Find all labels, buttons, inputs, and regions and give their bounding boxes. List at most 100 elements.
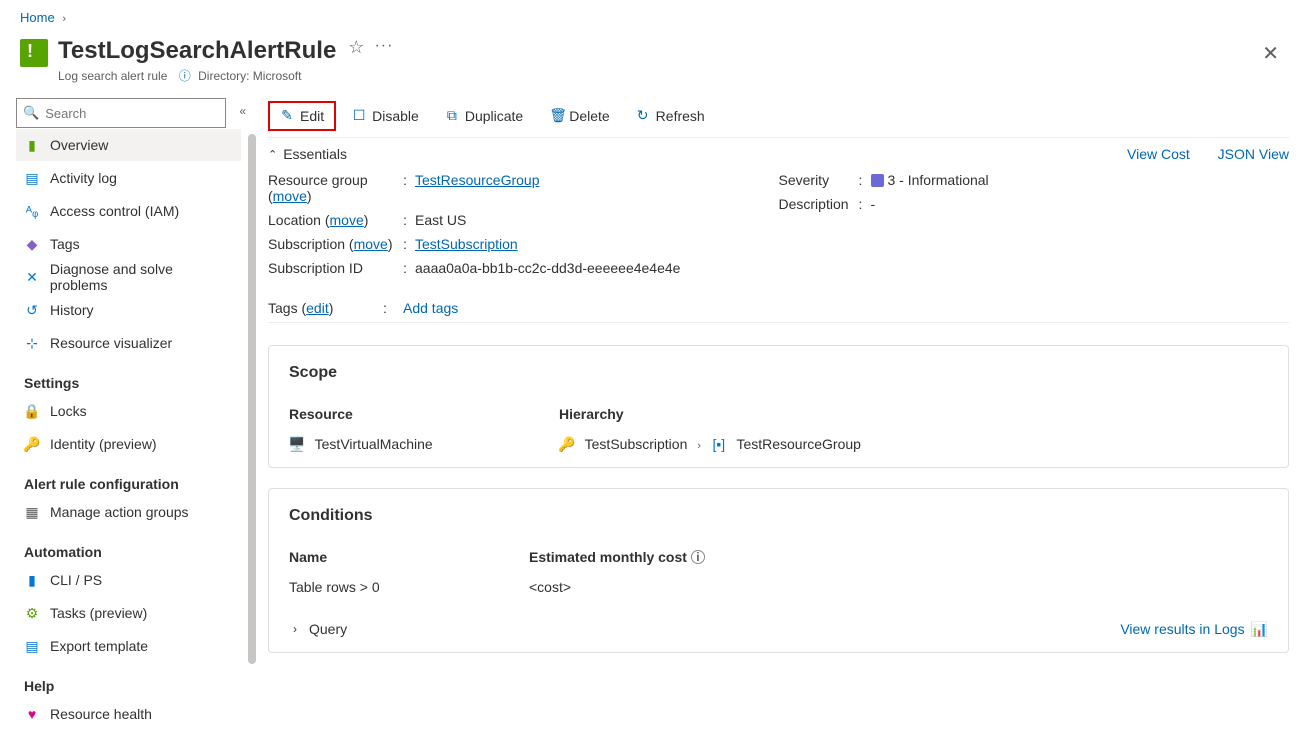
nav-label: History bbox=[50, 302, 94, 318]
rg-value-link[interactable]: TestResourceGroup bbox=[415, 172, 540, 188]
nav-label: Diagnose and solve problems bbox=[50, 261, 233, 293]
breadcrumb: Home › bbox=[0, 0, 1307, 29]
identity-icon: 🔑 bbox=[24, 436, 40, 452]
conditions-title: Conditions bbox=[289, 507, 1268, 525]
loc-value: East US bbox=[415, 212, 466, 228]
resource-group-icon: [▪] bbox=[711, 436, 727, 452]
cond-query-row[interactable]: › Query View results in Logs 📊 bbox=[289, 609, 1268, 638]
nav-resource-visualizer[interactable]: ⊹ Resource visualizer bbox=[16, 327, 241, 359]
chevron-right-icon: › bbox=[62, 13, 66, 25]
essentials-label: Essentials bbox=[283, 146, 347, 162]
nav-history[interactable]: ↺ History bbox=[16, 294, 241, 326]
essentials-header[interactable]: ⌃ Essentials View Cost JSON View bbox=[268, 146, 1289, 162]
tags-edit-link[interactable]: edit bbox=[306, 300, 329, 316]
nav-tasks[interactable]: ⚙ Tasks (preview) bbox=[16, 597, 241, 629]
cond-row: Table rows > 0 <cost> bbox=[289, 579, 1268, 595]
nav-section-automation: Automation bbox=[24, 544, 250, 560]
close-button[interactable]: ✕ bbox=[1254, 37, 1287, 70]
rg-label: Resource group bbox=[268, 172, 368, 188]
sub-value-link[interactable]: TestSubscription bbox=[415, 236, 518, 252]
more-menu-icon[interactable]: ··· bbox=[374, 37, 393, 55]
nav-label: Identity (preview) bbox=[50, 436, 157, 452]
duplicate-button[interactable]: ⧉ Duplicate bbox=[435, 101, 533, 131]
main-content: ✎ Edit ☐ Disable ⧉ Duplicate 🗑 Delete ↻ … bbox=[250, 94, 1307, 750]
disable-button[interactable]: ☐ Disable bbox=[342, 101, 429, 131]
sidebar-scrollbar[interactable] bbox=[248, 134, 256, 664]
loc-move-link[interactable]: move bbox=[330, 212, 364, 228]
tasks-icon: ⚙ bbox=[24, 605, 40, 621]
lock-icon: 🔒 bbox=[24, 403, 40, 419]
nav-label: Resource health bbox=[50, 706, 152, 722]
cond-name: Table rows > 0 bbox=[289, 579, 529, 595]
desc-label: Description bbox=[779, 196, 859, 212]
duplicate-icon: ⧉ bbox=[445, 107, 459, 124]
access-control-icon: ᴬᵩ bbox=[24, 203, 40, 219]
nav-activity-log[interactable]: ▤ Activity log bbox=[16, 162, 241, 194]
nav-section-help: Help bbox=[24, 678, 250, 694]
nav-tags[interactable]: ◆ Tags bbox=[16, 228, 241, 260]
query-label: Query bbox=[309, 621, 347, 637]
nav-label: Locks bbox=[50, 403, 87, 419]
vm-icon: 🖥️ bbox=[289, 437, 305, 453]
collapse-sidebar-icon[interactable]: « bbox=[239, 104, 246, 118]
resource-health-icon: ♥ bbox=[24, 706, 40, 722]
nav-label: Manage action groups bbox=[50, 504, 189, 520]
scope-hierarchy-sub: TestSubscription bbox=[585, 436, 688, 452]
alert-rule-icon bbox=[20, 39, 48, 67]
info-icon[interactable]: i bbox=[691, 550, 705, 564]
nav-export-template[interactable]: ▤ Export template bbox=[16, 630, 241, 662]
favorite-star-icon[interactable]: ☆ bbox=[348, 37, 364, 58]
nav-section-settings: Settings bbox=[24, 375, 250, 391]
action-groups-icon: ▦ bbox=[24, 504, 40, 520]
scope-card: Scope Resource Hierarchy 🖥️ TestVirtualM… bbox=[268, 345, 1289, 468]
severity-badge-icon bbox=[871, 174, 884, 187]
scope-row: 🖥️ TestVirtualMachine 🔑 TestSubscription… bbox=[289, 436, 1268, 453]
sidebar: « 🔍 ▮ Overview ▤ Activity log ᴬᵩ Access … bbox=[0, 94, 250, 750]
chevron-up-icon: ⌃ bbox=[268, 148, 277, 161]
sidebar-search[interactable]: 🔍 bbox=[16, 98, 226, 128]
sub-move-link[interactable]: move bbox=[354, 236, 388, 252]
sev-value: 3 - Informational bbox=[871, 172, 989, 188]
subid-label: Subscription ID bbox=[268, 260, 403, 276]
nav-cli-ps[interactable]: ▮ CLI / PS bbox=[16, 564, 241, 596]
json-view-link[interactable]: JSON View bbox=[1218, 146, 1289, 162]
conditions-card: Conditions Name Estimated monthly cost i… bbox=[268, 488, 1289, 653]
add-tags-link[interactable]: Add tags bbox=[403, 300, 458, 316]
nav-locks[interactable]: 🔒 Locks bbox=[16, 395, 241, 427]
edit-icon: ✎ bbox=[280, 107, 294, 124]
page-header: TestLogSearchAlertRule Log search alert … bbox=[0, 29, 1307, 94]
nav-label: Tasks (preview) bbox=[50, 605, 147, 621]
essentials-grid: Resource group (move) : TestResourceGrou… bbox=[268, 172, 1289, 284]
nav-label: Access control (IAM) bbox=[50, 203, 179, 219]
desc-value: - bbox=[871, 196, 876, 212]
page-title: TestLogSearchAlertRule bbox=[58, 37, 336, 65]
delete-button[interactable]: 🗑 Delete bbox=[539, 101, 619, 131]
nav-resource-health[interactable]: ♥ Resource health bbox=[16, 698, 241, 730]
refresh-button[interactable]: ↻ Refresh bbox=[626, 101, 715, 131]
breadcrumb-home[interactable]: Home bbox=[20, 10, 55, 25]
sev-label: Severity bbox=[779, 172, 859, 188]
nav-label: CLI / PS bbox=[50, 572, 102, 588]
view-logs-link[interactable]: View results in Logs bbox=[1120, 621, 1244, 637]
scope-hierarchy-rg: TestResourceGroup bbox=[736, 436, 861, 452]
key-icon: 🔑 bbox=[559, 437, 575, 453]
visualizer-icon: ⊹ bbox=[24, 335, 40, 351]
nav-access-control[interactable]: ᴬᵩ Access control (IAM) bbox=[16, 195, 241, 227]
nav-diagnose[interactable]: ✕ Diagnose and solve problems bbox=[16, 261, 241, 293]
search-input[interactable] bbox=[43, 105, 219, 122]
edit-button[interactable]: ✎ Edit bbox=[268, 101, 336, 131]
nav-overview[interactable]: ▮ Overview bbox=[16, 129, 241, 161]
nav-action-groups[interactable]: ▦ Manage action groups bbox=[16, 496, 241, 528]
view-cost-link[interactable]: View Cost bbox=[1127, 146, 1190, 162]
tags-row: Tags (edit) : Add tags bbox=[268, 300, 1289, 316]
info-icon[interactable]: ⓘ bbox=[179, 69, 191, 83]
sub-label: Subscription bbox=[268, 236, 345, 252]
command-bar: ✎ Edit ☐ Disable ⧉ Duplicate 🗑 Delete ↻ … bbox=[268, 94, 1289, 138]
nav-identity[interactable]: 🔑 Identity (preview) bbox=[16, 428, 241, 460]
subid-value: aaaa0a0a-bb1b-cc2c-dd3d-eeeeee4e4e4e bbox=[415, 260, 680, 276]
cond-col-cost: Estimated monthly cost i bbox=[529, 549, 1268, 565]
tags-label: Tags bbox=[268, 300, 298, 316]
activity-log-icon: ▤ bbox=[24, 170, 40, 186]
rg-move-link[interactable]: move bbox=[273, 188, 307, 204]
refresh-icon: ↻ bbox=[636, 107, 650, 124]
